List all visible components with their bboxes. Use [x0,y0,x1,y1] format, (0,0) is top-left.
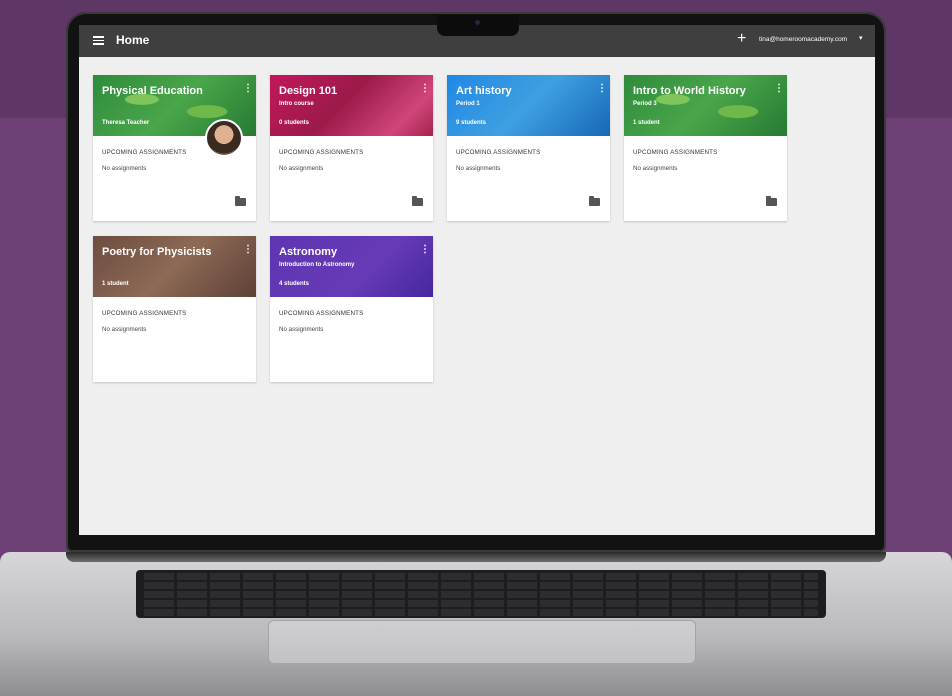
card-title[interactable]: Intro to World History [633,85,746,97]
card-student-count: 4 students [279,281,310,287]
add-class-plus-icon[interactable]: + [737,30,746,48]
keyboard-row [144,609,818,616]
folder-icon[interactable] [766,196,777,206]
card-header[interactable]: Astronomy Introduction to Astronomy 4 st… [270,236,433,297]
card-more-options-icon[interactable]: ⋮ [774,84,784,94]
assignments-status: No assignments [279,326,324,333]
card-more-options-icon[interactable]: ⋮ [597,84,607,94]
hamburger-menu-icon[interactable] [93,36,104,45]
account-caret-down-icon[interactable]: ▾ [859,34,863,42]
upcoming-assignments-label: UPCOMING ASSIGNMENTS [102,149,187,156]
card-title[interactable]: Art history [456,85,512,97]
card-more-options-icon[interactable]: ⋮ [243,84,253,94]
assignments-status: No assignments [279,165,324,172]
class-card-physical-education[interactable]: Physical Education Theresa Teacher ⋮ UPC… [93,75,256,221]
upcoming-assignments-label: UPCOMING ASSIGNMENTS [102,310,187,317]
card-more-options-icon[interactable]: ⋮ [420,84,430,94]
card-teacher: Theresa Teacher [102,120,150,126]
class-card-intro-to-world-history[interactable]: Intro to World History Period 3 1 studen… [624,75,787,221]
class-card-art-history[interactable]: Art history Period 1 9 students ⋮ UPCOMI… [447,75,610,221]
upcoming-assignments-label: UPCOMING ASSIGNMENTS [633,149,718,156]
card-title[interactable]: Physical Education [102,85,203,97]
upcoming-assignments-label: UPCOMING ASSIGNMENTS [279,310,364,317]
upcoming-assignments-label: UPCOMING ASSIGNMENTS [279,149,364,156]
card-title[interactable]: Astronomy [279,246,337,258]
page-title: Home [116,33,150,47]
card-more-options-icon[interactable]: ⋮ [243,245,253,255]
class-card-astronomy[interactable]: Astronomy Introduction to Astronomy 4 st… [270,236,433,382]
upcoming-assignments-label: UPCOMING ASSIGNMENTS [456,149,541,156]
folder-icon[interactable] [235,196,246,206]
card-header[interactable]: Art history Period 1 9 students ⋮ [447,75,610,136]
keyboard-row [144,600,818,607]
laptop-hinge [66,552,886,562]
card-header[interactable]: Design 101 Intro course 0 students ⋮ [270,75,433,136]
folder-icon[interactable] [412,196,423,206]
card-more-options-icon[interactable]: ⋮ [420,245,430,255]
card-subtitle: Intro course [279,101,314,107]
card-header[interactable]: Intro to World History Period 3 1 studen… [624,75,787,136]
keyboard-row [144,591,818,598]
assignments-status: No assignments [102,326,147,333]
assignments-status: No assignments [102,165,147,172]
card-title[interactable]: Design 101 [279,85,337,97]
card-subtitle: Period 3 [633,101,657,107]
class-card-poetry-for-physicists[interactable]: Poetry for Physicists 1 student ⋮ UPCOMI… [93,236,256,382]
class-card-design-101[interactable]: Design 101 Intro course 0 students ⋮ UPC… [270,75,433,221]
camera-notch [437,15,519,36]
card-title[interactable]: Poetry for Physicists [102,246,211,258]
card-student-count: 1 student [633,120,660,126]
card-student-count: 1 student [102,281,129,287]
teacher-avatar [205,119,243,157]
assignments-status: No assignments [456,165,501,172]
assignments-status: No assignments [633,165,678,172]
camera-icon [475,20,480,25]
card-subtitle: Period 1 [456,101,480,107]
keyboard-row [144,573,818,580]
card-subtitle: Introduction to Astronomy [279,262,355,268]
laptop-screen: Home + tina@homeroomacademy.com ▾ Physic… [79,25,875,535]
account-email[interactable]: tina@homeroomacademy.com [759,36,847,43]
card-student-count: 0 students [279,120,310,126]
card-header[interactable]: Poetry for Physicists 1 student ⋮ [93,236,256,297]
trackpad [268,620,696,664]
keyboard-row [144,582,818,589]
card-student-count: 9 students [456,120,487,126]
keyboard [136,570,826,618]
folder-icon[interactable] [589,196,600,206]
